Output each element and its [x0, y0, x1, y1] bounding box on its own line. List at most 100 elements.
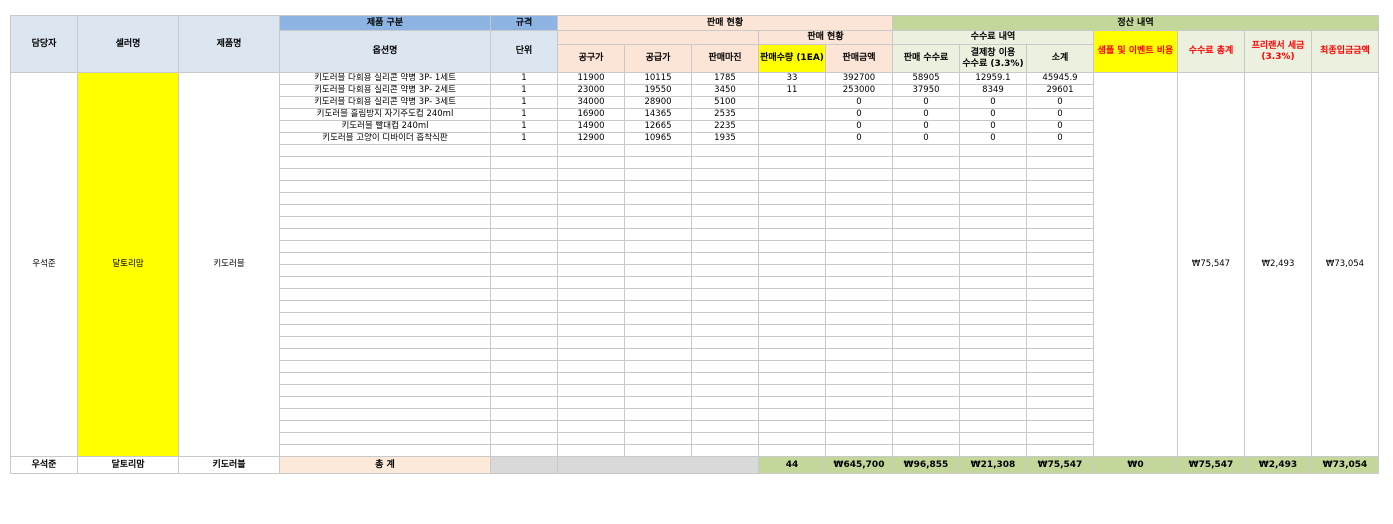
cell-sales-fee[interactable] — [892, 216, 960, 229]
cell-margin[interactable] — [691, 144, 759, 157]
total-seller[interactable]: 달토리맘 — [77, 456, 179, 474]
cell-supply-price[interactable] — [624, 324, 692, 337]
cell-amount[interactable] — [825, 336, 893, 349]
cell-subtotal[interactable] — [1026, 252, 1094, 265]
cell-option[interactable] — [279, 432, 491, 445]
header-sales-status[interactable]: 판매 현황 — [557, 15, 893, 31]
cell-group-price[interactable] — [557, 264, 625, 277]
cell-payment-fee[interactable] — [959, 300, 1027, 313]
cell-qty[interactable] — [758, 372, 826, 385]
cell-qty[interactable]: 11 — [758, 84, 826, 97]
cell-payment-fee[interactable] — [959, 252, 1027, 265]
cell-payment-fee[interactable] — [959, 360, 1027, 373]
cell-payment-fee[interactable] — [959, 408, 1027, 421]
cell-payment-fee[interactable]: 8349 — [959, 84, 1027, 97]
cell-unit[interactable]: 1 — [490, 72, 558, 85]
cell-group-price[interactable] — [557, 324, 625, 337]
cell-payment-fee[interactable] — [959, 444, 1027, 457]
cell-unit[interactable] — [490, 156, 558, 169]
cell-option[interactable] — [279, 180, 491, 193]
cell-group-price[interactable] — [557, 408, 625, 421]
cell-supply-price[interactable] — [624, 216, 692, 229]
cell-unit[interactable] — [490, 288, 558, 301]
cell-qty[interactable] — [758, 276, 826, 289]
cell-sales-fee[interactable] — [892, 396, 960, 409]
cell-margin[interactable] — [691, 204, 759, 217]
cell-sales-fee[interactable] — [892, 264, 960, 277]
cell-supply-price[interactable] — [624, 444, 692, 457]
cell-unit[interactable] — [490, 324, 558, 337]
cell-subtotal[interactable] — [1026, 264, 1094, 277]
merged-final-deposit[interactable]: ₩73,054 — [1311, 72, 1379, 457]
cell-group-price[interactable] — [557, 276, 625, 289]
cell-sales-fee[interactable] — [892, 372, 960, 385]
cell-unit[interactable] — [490, 264, 558, 277]
total-manager[interactable]: 우석준 — [10, 456, 78, 474]
cell-group-price[interactable] — [557, 372, 625, 385]
cell-margin[interactable] — [691, 312, 759, 325]
cell-subtotal[interactable] — [1026, 312, 1094, 325]
cell-group-price[interactable] — [557, 240, 625, 253]
cell-margin[interactable] — [691, 300, 759, 313]
cell-payment-fee[interactable] — [959, 372, 1027, 385]
cell-payment-fee[interactable] — [959, 216, 1027, 229]
cell-qty[interactable] — [758, 156, 826, 169]
cell-margin[interactable] — [691, 168, 759, 181]
cell-amount[interactable] — [825, 288, 893, 301]
header-sales-fee[interactable]: 판매 수수료 — [892, 44, 960, 73]
cell-margin[interactable] — [691, 420, 759, 433]
cell-option[interactable] — [279, 336, 491, 349]
cell-unit[interactable] — [490, 444, 558, 457]
cell-supply-price[interactable] — [624, 360, 692, 373]
cell-supply-price[interactable] — [624, 180, 692, 193]
cell-amount[interactable] — [825, 216, 893, 229]
cell-subtotal[interactable] — [1026, 432, 1094, 445]
cell-qty[interactable] — [758, 312, 826, 325]
cell-supply-price[interactable]: 10115 — [624, 72, 692, 85]
cell-supply-price[interactable]: 12665 — [624, 120, 692, 133]
cell-subtotal[interactable] — [1026, 300, 1094, 313]
cell-option[interactable] — [279, 168, 491, 181]
cell-payment-fee[interactable] — [959, 336, 1027, 349]
cell-margin[interactable] — [691, 264, 759, 277]
header-subtotal[interactable]: 소계 — [1026, 44, 1094, 73]
header-product[interactable]: 제품명 — [178, 15, 280, 73]
cell-unit[interactable] — [490, 300, 558, 313]
cell-supply-price[interactable] — [624, 240, 692, 253]
cell-unit[interactable] — [490, 252, 558, 265]
cell-amount[interactable] — [825, 408, 893, 421]
cell-supply-price[interactable]: 19550 — [624, 84, 692, 97]
cell-sales-fee[interactable] — [892, 204, 960, 217]
cell-qty[interactable] — [758, 108, 826, 121]
cell-subtotal[interactable] — [1026, 144, 1094, 157]
cell-margin[interactable]: 2535 — [691, 108, 759, 121]
cell-supply-price[interactable] — [624, 192, 692, 205]
merged-seller[interactable]: 달토리맘 — [77, 72, 179, 457]
cell-margin[interactable] — [691, 288, 759, 301]
total-payment-fee[interactable]: ₩21,308 — [959, 456, 1027, 474]
cell-payment-fee[interactable] — [959, 432, 1027, 445]
total-sample-event[interactable]: ₩0 — [1093, 456, 1178, 474]
cell-subtotal[interactable] — [1026, 288, 1094, 301]
cell-subtotal[interactable] — [1026, 324, 1094, 337]
cell-amount[interactable]: 0 — [825, 96, 893, 109]
cell-margin[interactable] — [691, 216, 759, 229]
cell-option[interactable]: 키도러블 고양이 디바이더 흡착식판 — [279, 132, 491, 145]
cell-group-price[interactable]: 12900 — [557, 132, 625, 145]
cell-margin[interactable] — [691, 240, 759, 253]
cell-amount[interactable] — [825, 348, 893, 361]
cell-qty[interactable] — [758, 420, 826, 433]
cell-margin[interactable] — [691, 372, 759, 385]
header-payment-fee[interactable]: 결제창 이용 수수료 (3.3%) — [959, 44, 1027, 73]
cell-payment-fee[interactable] — [959, 396, 1027, 409]
merged-freelancer-tax[interactable]: ₩2,493 — [1244, 72, 1312, 457]
cell-unit[interactable] — [490, 360, 558, 373]
cell-option[interactable] — [279, 372, 491, 385]
cell-option[interactable] — [279, 396, 491, 409]
cell-supply-price[interactable] — [624, 156, 692, 169]
cell-unit[interactable] — [490, 216, 558, 229]
cell-option[interactable] — [279, 300, 491, 313]
cell-amount[interactable] — [825, 420, 893, 433]
header-product-category[interactable]: 제품 구분 — [279, 15, 491, 31]
cell-qty[interactable] — [758, 120, 826, 133]
